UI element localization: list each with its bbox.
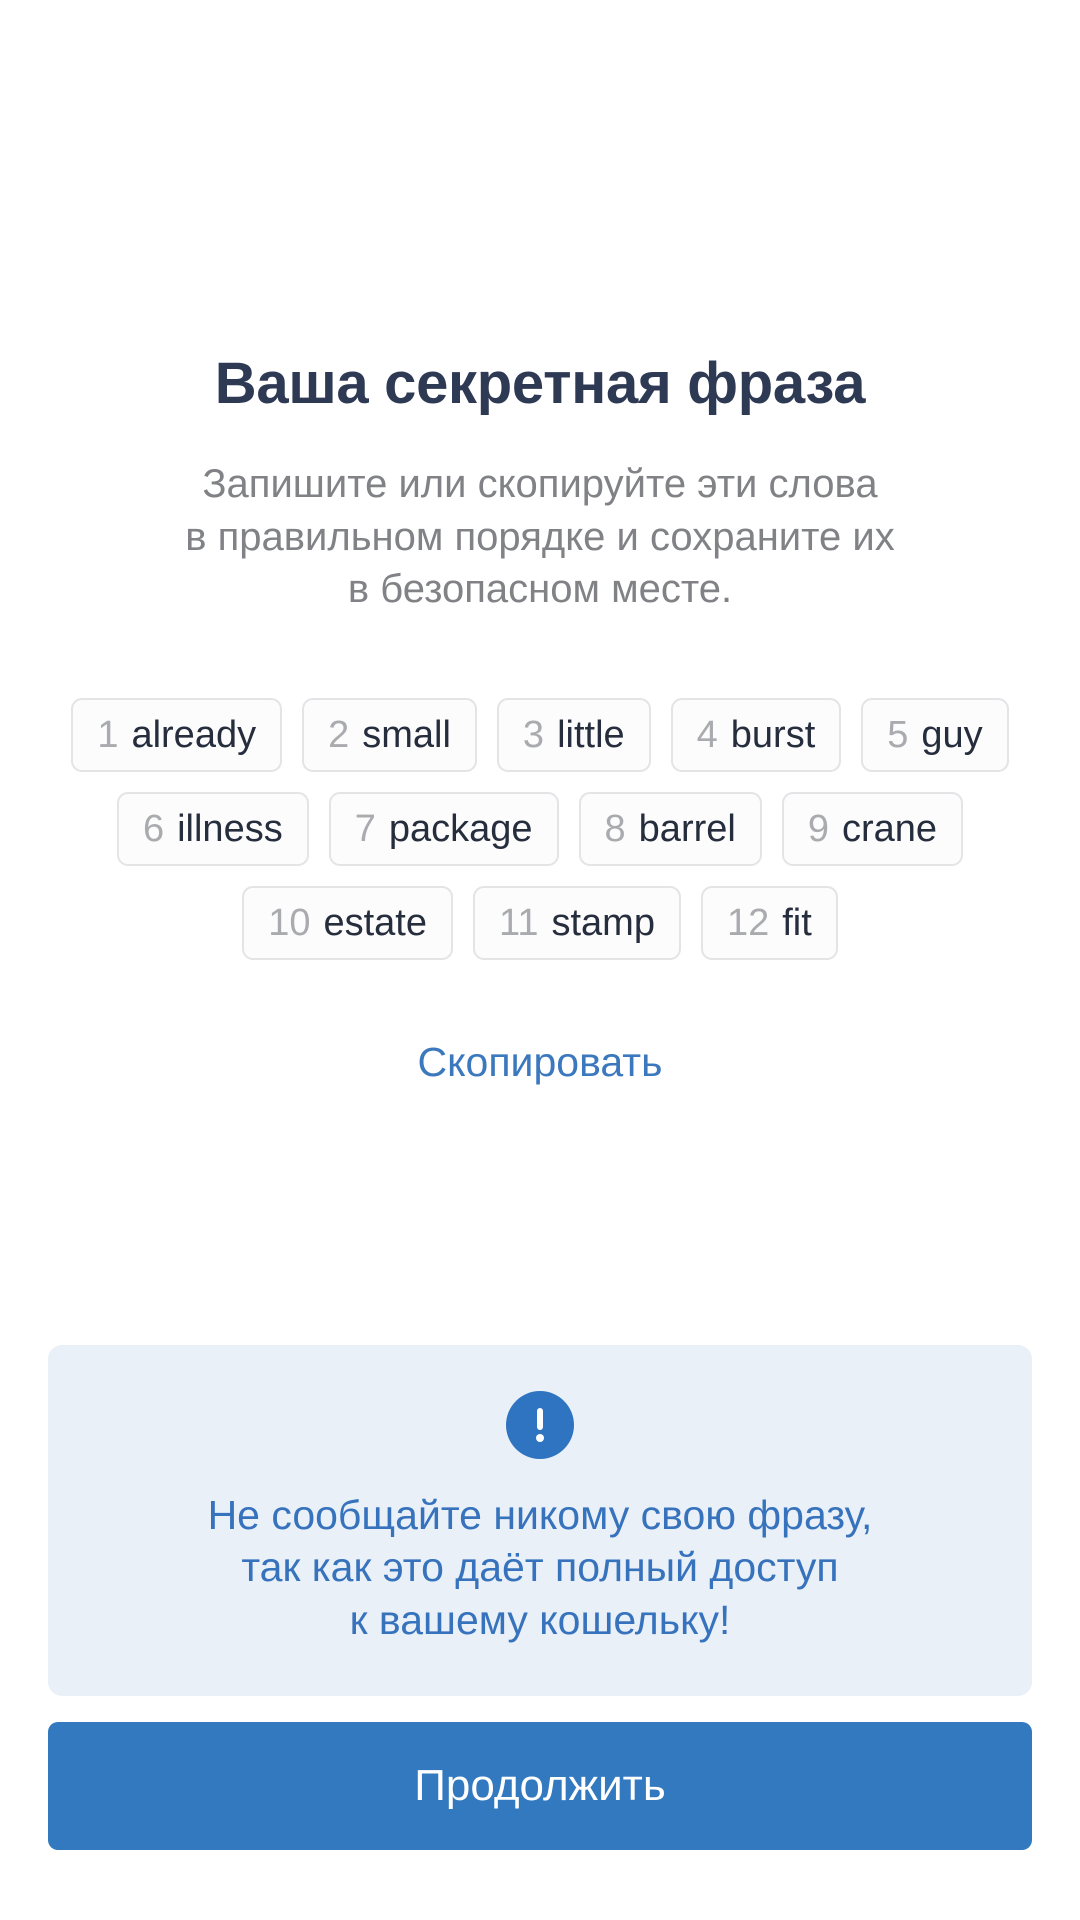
subtitle-line-3: в безопасном месте. (347, 567, 733, 612)
exclamation-circle-icon (506, 1391, 574, 1459)
mnemonic-word-chip: 4 burst (670, 698, 842, 773)
mnemonic-word-text: burst (730, 714, 816, 757)
mnemonic-word-chip: 7 package (328, 792, 559, 867)
mnemonic-word-index: 7 (354, 808, 376, 851)
warning-line-3: к вашему кошельку! (349, 1596, 731, 1643)
page-subtitle: Запишите или скопируйте эти слова в прав… (185, 458, 894, 616)
copy-phrase-button[interactable]: Скопировать (418, 1042, 663, 1083)
mnemonic-word-index: 6 (142, 808, 165, 851)
secret-phrase-screen: Ваша секретная фраза Запишите или скопир… (0, 0, 1080, 1920)
warning-line-1: Не сообщайте никому свою фразу, (207, 1492, 873, 1538)
mnemonic-word-chip: 3 little (496, 698, 651, 773)
warning-line-2: так как это даёт полный доступ (241, 1544, 839, 1591)
mnemonic-word-index: 9 (807, 808, 829, 851)
page-title: Ваша секретная фраза (214, 351, 866, 416)
mnemonic-word-index: 8 (604, 808, 626, 851)
mnemonic-word-index: 2 (328, 714, 350, 757)
mnemonic-word-list: 1 already 2 small 3 little 4 burst 5 guy 6 illness 7… (50, 698, 1030, 961)
mnemonic-word-chip: 11 stamp (473, 886, 681, 961)
mnemonic-word-text: small (362, 714, 451, 757)
header-block: Ваша секретная фраза Запишите или скопир… (0, 0, 1080, 616)
mnemonic-word-index: 5 (887, 714, 909, 757)
mnemonic-word-chip: 9 crane (781, 792, 964, 867)
warning-panel: Не сообщайте никому свою фразу, так как … (48, 1345, 1032, 1697)
mnemonic-word-chip: 5 guy (861, 698, 1009, 773)
mnemonic-word-text: little (557, 714, 625, 757)
mnemonic-word-chip: 10 estate (242, 886, 454, 961)
warning-text: Не сообщайте никому свою фразу, так как … (208, 1489, 873, 1646)
mnemonic-word-text: already (131, 714, 257, 757)
mnemonic-word-index: 10 (268, 902, 311, 945)
mnemonic-word-text: stamp (551, 902, 655, 945)
mnemonic-word-text: guy (921, 714, 983, 757)
mnemonic-word-chip: 8 barrel (578, 792, 762, 867)
mnemonic-word-text: barrel (638, 808, 736, 851)
mnemonic-word-text: package (388, 808, 533, 851)
mnemonic-word-index: 12 (726, 902, 770, 945)
mnemonic-word-text: estate (323, 902, 428, 945)
mnemonic-word-chip: 6 illness (116, 792, 309, 867)
mnemonic-word-chip: 12 fit (700, 886, 838, 961)
mnemonic-word-text: crane (841, 808, 938, 851)
mnemonic-word-index: 1 (97, 714, 119, 757)
mnemonic-word-index: 3 (522, 714, 545, 757)
mnemonic-word-text: fit (782, 902, 812, 945)
mnemonic-word-index: 11 (499, 902, 539, 945)
mnemonic-word-chip: 2 small (302, 698, 477, 773)
mnemonic-word-chip: 1 already (71, 698, 283, 773)
mnemonic-word-index: 4 (696, 714, 718, 757)
subtitle-line-2: в правильном порядке и сохраните их (185, 514, 895, 559)
continue-button[interactable]: Продолжить (48, 1722, 1032, 1850)
subtitle-line-1: Запишите или скопируйте эти слова (202, 461, 878, 506)
mnemonic-word-text: illness (177, 808, 283, 851)
